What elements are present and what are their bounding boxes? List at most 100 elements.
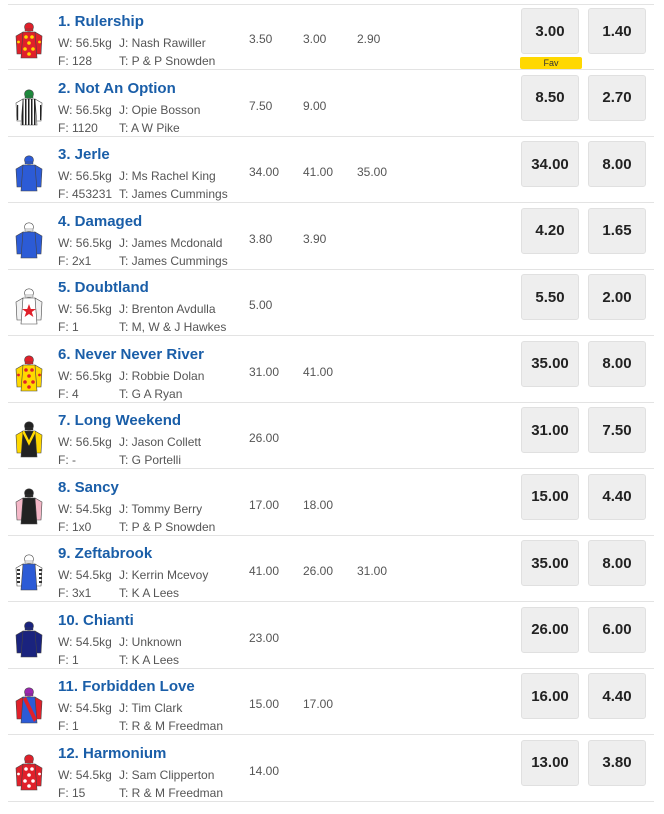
jockey-text: J: James Mcdonald — [119, 235, 223, 250]
weight-text: W: 54.5kg — [58, 767, 112, 782]
runner-row: 8. Sancy W: 54.5kg J: Tommy Berry F: 1x0 T: … — [0, 470, 664, 536]
jockey-text: J: Unknown — [119, 634, 182, 649]
favourite-badge: Fav — [520, 57, 582, 69]
win-odds-button[interactable]: 4.20 — [521, 207, 579, 254]
runner-name[interactable]: 12. Harmonium — [58, 745, 169, 762]
place-odds-button[interactable]: 4.40 — [588, 473, 646, 520]
fluctuation-odds: 34.00 — [249, 165, 280, 179]
runner-name[interactable]: 8. Sancy — [58, 479, 122, 496]
runner-row: 4. Damaged W: 56.5kg J: James Mcdonald F: 2… — [0, 204, 664, 270]
runner-name[interactable]: 6. Never Never River — [58, 346, 207, 363]
jockey-silk-icon — [14, 87, 44, 127]
place-odds-button[interactable]: 8.00 — [588, 141, 646, 187]
trainer-text: T: G Portelli — [119, 453, 182, 467]
win-odds-button[interactable]: 13.00 — [521, 739, 579, 786]
win-odds-button[interactable]: 5.50 — [521, 274, 579, 320]
win-odds-button[interactable]: 34.00 — [521, 141, 579, 187]
form-text: F: 1x0 — [58, 519, 92, 534]
form-text: F: 1 — [58, 652, 79, 667]
runner-name[interactable]: 3. Jerle — [58, 146, 113, 163]
runner-row: 10. Chianti W: 54.5kg J: Unknown F: 1 T: K A… — [0, 603, 664, 669]
jockey-silk-icon — [14, 752, 44, 792]
place-odds-button[interactable]: 6.00 — [588, 606, 646, 653]
runner-name[interactable]: 2. Not An Option — [58, 80, 179, 97]
place-odds-button[interactable]: 8.00 — [588, 340, 646, 387]
trainer-text: T: R & M Freedman — [119, 719, 224, 733]
fluctuation-odds: 35.00 — [357, 165, 388, 179]
fluctuation-odds: 26.00 — [303, 564, 334, 578]
fluctuation-odds: 15.00 — [249, 697, 280, 711]
jockey-text: J: Tim Clark — [119, 701, 183, 715]
runner-name[interactable]: 7. Long Weekend — [58, 412, 184, 429]
runner-row: 2. Not An Option W: 56.5kg J: Opie Bosson F… — [0, 71, 664, 137]
jockey-text: J: Kerrin Mcevoy — [119, 568, 209, 582]
fluctuation-odds: 17.00 — [303, 697, 334, 711]
win-odds-button[interactable]: 35.00 — [521, 540, 579, 586]
fluctuation-odds: 3.90 — [303, 231, 327, 246]
fluctuation-odds: 26.00 — [249, 431, 280, 445]
jockey-silk-icon — [14, 486, 44, 526]
jockey-silk-icon — [14, 685, 44, 725]
form-text: F: 453231 — [58, 187, 113, 201]
fluctuation-odds: 41.00 — [303, 165, 334, 179]
fluctuation-odds: 3.50 — [249, 32, 273, 46]
form-text: F: 2x1 — [58, 253, 92, 268]
jockey-silk-icon — [14, 619, 44, 659]
win-odds-button[interactable]: 3.00 — [521, 8, 579, 54]
fluctuation-odds: 23.00 — [249, 630, 280, 645]
form-text: F: 1 — [58, 719, 79, 733]
fluctuation-odds: 3.80 — [249, 231, 273, 246]
jockey-text: J: Sam Clipperton — [119, 767, 215, 782]
form-text: F: 4 — [58, 386, 79, 401]
win-odds-button[interactable]: 31.00 — [521, 407, 579, 453]
jockey-silk-icon — [14, 220, 44, 260]
place-odds-button[interactable]: 1.40 — [588, 8, 646, 54]
trainer-text: T: P & P Snowden — [119, 54, 216, 68]
runner-row: 6. Never Never River W: 56.5kg J: Robbie D… — [0, 337, 664, 403]
trainer-text: T: K A Lees — [119, 586, 180, 600]
place-odds-button[interactable]: 7.50 — [588, 407, 646, 453]
runner-row: 9. Zeftabrook W: 54.5kg J: Kerrin Mcevoy F:… — [0, 536, 664, 602]
fluctuation-odds: 31.00 — [249, 364, 280, 379]
jockey-text: J: Robbie Dolan — [119, 368, 205, 383]
fluctuation-odds: 31.00 — [357, 564, 388, 578]
weight-text: W: 56.5kg — [58, 36, 112, 50]
runner-name[interactable]: 4. Damaged — [58, 213, 145, 230]
fluctuation-odds: 7.50 — [249, 98, 273, 113]
weight-text: W: 54.5kg — [58, 701, 112, 715]
runner-row: 3. Jerle W: 56.5kg J: Ms Rachel King F: 453… — [0, 137, 664, 203]
weight-text: W: 56.5kg — [58, 435, 112, 449]
runner-name[interactable]: 9. Zeftabrook — [58, 545, 155, 562]
fluctuation-odds: 5.00 — [249, 298, 273, 312]
fluctuation-odds: 18.00 — [303, 497, 334, 512]
jockey-silk-icon — [14, 419, 44, 459]
place-odds-button[interactable]: 3.80 — [588, 739, 646, 786]
fluctuation-odds: 9.00 — [303, 98, 327, 113]
place-odds-button[interactable]: 4.40 — [588, 673, 646, 719]
runner-name[interactable]: 5. Doubtland — [58, 279, 152, 296]
trainer-text: T: K A Lees — [119, 652, 180, 667]
win-odds-button[interactable]: 8.50 — [521, 74, 579, 121]
place-odds-button[interactable]: 1.65 — [588, 207, 646, 254]
win-odds-button[interactable]: 16.00 — [521, 673, 579, 719]
place-odds-button[interactable]: 2.00 — [588, 274, 646, 320]
weight-text: W: 56.5kg — [58, 235, 112, 250]
place-odds-button[interactable]: 8.00 — [588, 540, 646, 586]
runner-name[interactable]: 11. Forbidden Love — [58, 678, 198, 695]
place-odds-button[interactable]: 2.70 — [588, 74, 646, 121]
runner-row: 11. Forbidden Love W: 54.5kg J: Tim Clark F… — [0, 669, 664, 735]
trainer-text: T: R & M Freedman — [119, 785, 224, 800]
win-odds-button[interactable]: 26.00 — [521, 606, 579, 653]
trainer-text: T: James Cummings — [119, 253, 228, 268]
jockey-text: J: Brenton Avdulla — [119, 302, 216, 316]
trainer-text: T: James Cummings — [119, 187, 228, 201]
win-odds-button[interactable]: 15.00 — [521, 473, 579, 520]
fluctuation-odds: 14.00 — [249, 763, 280, 778]
weight-text: W: 56.5kg — [58, 368, 112, 383]
win-odds-button[interactable]: 35.00 — [521, 340, 579, 387]
runner-name[interactable]: 10. Chianti — [58, 612, 137, 629]
form-text: F: 3x1 — [58, 586, 92, 600]
runner-name[interactable]: 1. Rulership — [58, 13, 147, 30]
fluctuation-odds: 3.00 — [303, 32, 327, 46]
trainer-text: T: P & P Snowden — [119, 519, 216, 534]
